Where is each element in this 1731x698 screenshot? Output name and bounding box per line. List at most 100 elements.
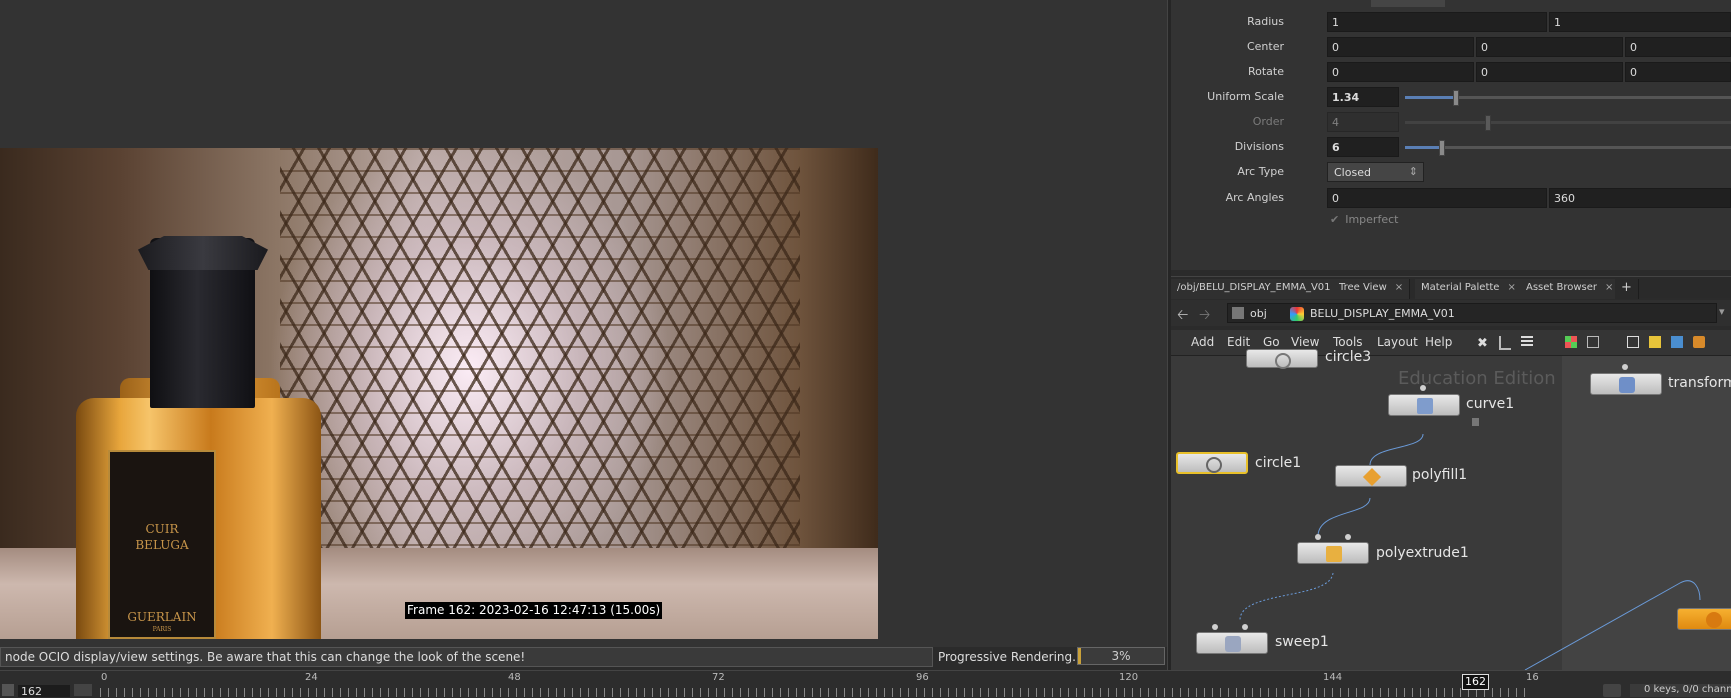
color-grid-icon[interactable] <box>1565 336 1577 348</box>
node-input-port[interactable] <box>1315 534 1321 540</box>
radius-x-field[interactable]: 1 <box>1327 12 1547 32</box>
node-label-polyfill1: polyfill1 <box>1412 467 1468 483</box>
path-root[interactable]: obj <box>1250 307 1267 320</box>
param-order: Order 4 <box>1171 112 1731 132</box>
parameter-pane: Radius 1 1 Center 0 0 0 Rotate 0 0 0 Uni… <box>1171 0 1731 270</box>
rotate-y-field[interactable]: 0 <box>1476 62 1623 82</box>
list-icon[interactable] <box>1521 336 1533 348</box>
menu-tools[interactable]: Tools <box>1333 335 1363 349</box>
tick-label: 120 <box>1119 672 1139 683</box>
timeline-ticks[interactable] <box>100 688 1530 697</box>
close-icon[interactable]: × <box>1507 282 1515 293</box>
sticky-note-icon[interactable] <box>1649 336 1661 348</box>
tick-label: 96 <box>916 672 929 683</box>
node-input-port[interactable] <box>1212 624 1218 630</box>
param-uniform-scale: Uniform Scale 1.34 <box>1171 87 1731 107</box>
current-frame-marker[interactable]: 162 <box>1462 674 1489 690</box>
node-input-port[interactable] <box>1420 385 1426 391</box>
divisions-field[interactable]: 6 <box>1327 137 1399 157</box>
divisions-slider-handle[interactable] <box>1439 140 1445 156</box>
node-input-port[interactable] <box>1622 364 1628 370</box>
node-polyextrude1[interactable] <box>1297 542 1369 564</box>
node-input-port[interactable] <box>1242 624 1248 630</box>
node-label-polyextrude1: polyextrude1 <box>1376 545 1469 561</box>
path-field[interactable]: obj BELU_DISPLAY_EMMA_V01 <box>1227 303 1717 323</box>
param-arc-angles: Arc Angles 0 360 <box>1171 188 1731 208</box>
chevron-down-icon[interactable]: ▾ <box>1719 305 1725 318</box>
curve-icon <box>1417 398 1433 414</box>
rotate-x-field[interactable]: 0 <box>1327 62 1474 82</box>
node-polyfill1[interactable] <box>1335 465 1407 487</box>
node-circle3[interactable] <box>1246 349 1318 369</box>
arc-angle-end-field[interactable]: 360 <box>1549 188 1731 208</box>
transform-icon <box>1619 377 1635 393</box>
path-node[interactable]: BELU_DISPLAY_EMMA_V01 <box>1310 307 1455 320</box>
node-curve1[interactable] <box>1388 394 1460 416</box>
step-icon[interactable] <box>74 684 92 696</box>
tick-label: 0 <box>101 672 108 683</box>
chevron-updown-icon: ⇕ <box>1408 165 1418 178</box>
param-label: Center <box>1246 40 1284 53</box>
lock-icon[interactable] <box>1472 418 1479 426</box>
node-transform[interactable] <box>1590 373 1662 395</box>
menu-help[interactable]: Help <box>1425 335 1452 349</box>
close-icon[interactable]: × <box>1605 282 1613 293</box>
orientation-dropdown[interactable] <box>1371 0 1445 7</box>
tab-network[interactable]: /obj/BELU_DISPLAY_EMMA_V01× <box>1171 279 1354 299</box>
arc-type-dropdown[interactable]: Closed ⇕ <box>1327 162 1424 182</box>
close-icon[interactable]: × <box>1395 282 1403 293</box>
back-arrow-icon[interactable]: 🡠 <box>1177 304 1188 328</box>
wrench-icon[interactable]: ✖ <box>1477 336 1491 351</box>
arc-type-value: Closed <box>1334 166 1371 179</box>
menu-view[interactable]: View <box>1291 335 1319 349</box>
obj-context-icon <box>1232 307 1244 319</box>
tab-tree-view[interactable]: Tree View × <box>1333 279 1411 299</box>
tab-material-palette[interactable]: Material Palette × <box>1415 279 1523 299</box>
param-label: Arc Type <box>1237 165 1284 178</box>
box-icon[interactable] <box>1693 336 1705 348</box>
window-icon[interactable] <box>1627 336 1639 348</box>
tab-asset-browser[interactable]: Asset Browser × <box>1520 279 1621 299</box>
center-z-field[interactable]: 0 <box>1625 37 1731 57</box>
render-view[interactable]: CUIR BELUGA GUERLAIN PARIS <box>0 148 878 639</box>
uniform-scale-field[interactable]: 1.34 <box>1327 87 1399 107</box>
radius-y-field[interactable]: 1 <box>1549 12 1731 32</box>
menu-edit[interactable]: Edit <box>1227 335 1250 349</box>
forward-arrow-icon[interactable]: 🡢 <box>1199 304 1210 328</box>
order-field: 4 <box>1327 112 1399 132</box>
tree-layout-icon[interactable] <box>1499 336 1511 350</box>
arc-angle-start-field[interactable]: 0 <box>1327 188 1547 208</box>
menu-go[interactable]: Go <box>1263 335 1280 349</box>
geo-object-icon <box>1290 307 1304 321</box>
tick-label: 144 <box>1323 672 1343 683</box>
param-label: Arc Angles <box>1225 191 1284 204</box>
divisions-slider-fill <box>1405 146 1441 149</box>
frame-overlay: Frame 162: 2023-02-16 12:47:13 (15.00s) <box>405 602 663 619</box>
imperfect-toggle[interactable]: ✔ Imperfect <box>1330 213 1398 226</box>
center-x-field[interactable]: 0 <box>1327 37 1474 57</box>
node-sweep1[interactable] <box>1196 632 1268 654</box>
rotate-z-field[interactable]: 0 <box>1625 62 1731 82</box>
play-back-icon[interactable] <box>2 684 14 696</box>
param-divisions: Divisions 6 <box>1171 137 1731 157</box>
label-brand: GUERLAIN <box>127 610 197 624</box>
add-tab-button[interactable]: + <box>1615 279 1639 299</box>
center-y-field[interactable]: 0 <box>1476 37 1623 57</box>
node-circle1[interactable] <box>1176 452 1248 474</box>
menu-add[interactable]: Add <box>1191 335 1214 349</box>
circle-icon <box>1275 353 1291 369</box>
divisions-slider-track[interactable] <box>1405 146 1731 149</box>
node-label-circle3: circle3 <box>1325 349 1372 365</box>
param-rotate: Rotate 0 0 0 <box>1171 62 1731 82</box>
keys-icon[interactable] <box>1603 684 1621 697</box>
label-sub: PARIS <box>152 626 172 633</box>
current-frame-field[interactable]: 162 <box>18 685 70 698</box>
circle-icon <box>1206 457 1222 473</box>
node-input-port[interactable] <box>1345 534 1351 540</box>
grid-icon[interactable] <box>1587 336 1599 348</box>
uniform-scale-slider-handle[interactable] <box>1453 90 1459 106</box>
menu-layout[interactable]: Layout <box>1377 335 1418 349</box>
path-bar: 🡠 🡢 obj BELU_DISPLAY_EMMA_V01 ▾ <box>1171 300 1731 326</box>
node-orange[interactable] <box>1677 608 1731 630</box>
image-icon[interactable] <box>1671 336 1683 348</box>
